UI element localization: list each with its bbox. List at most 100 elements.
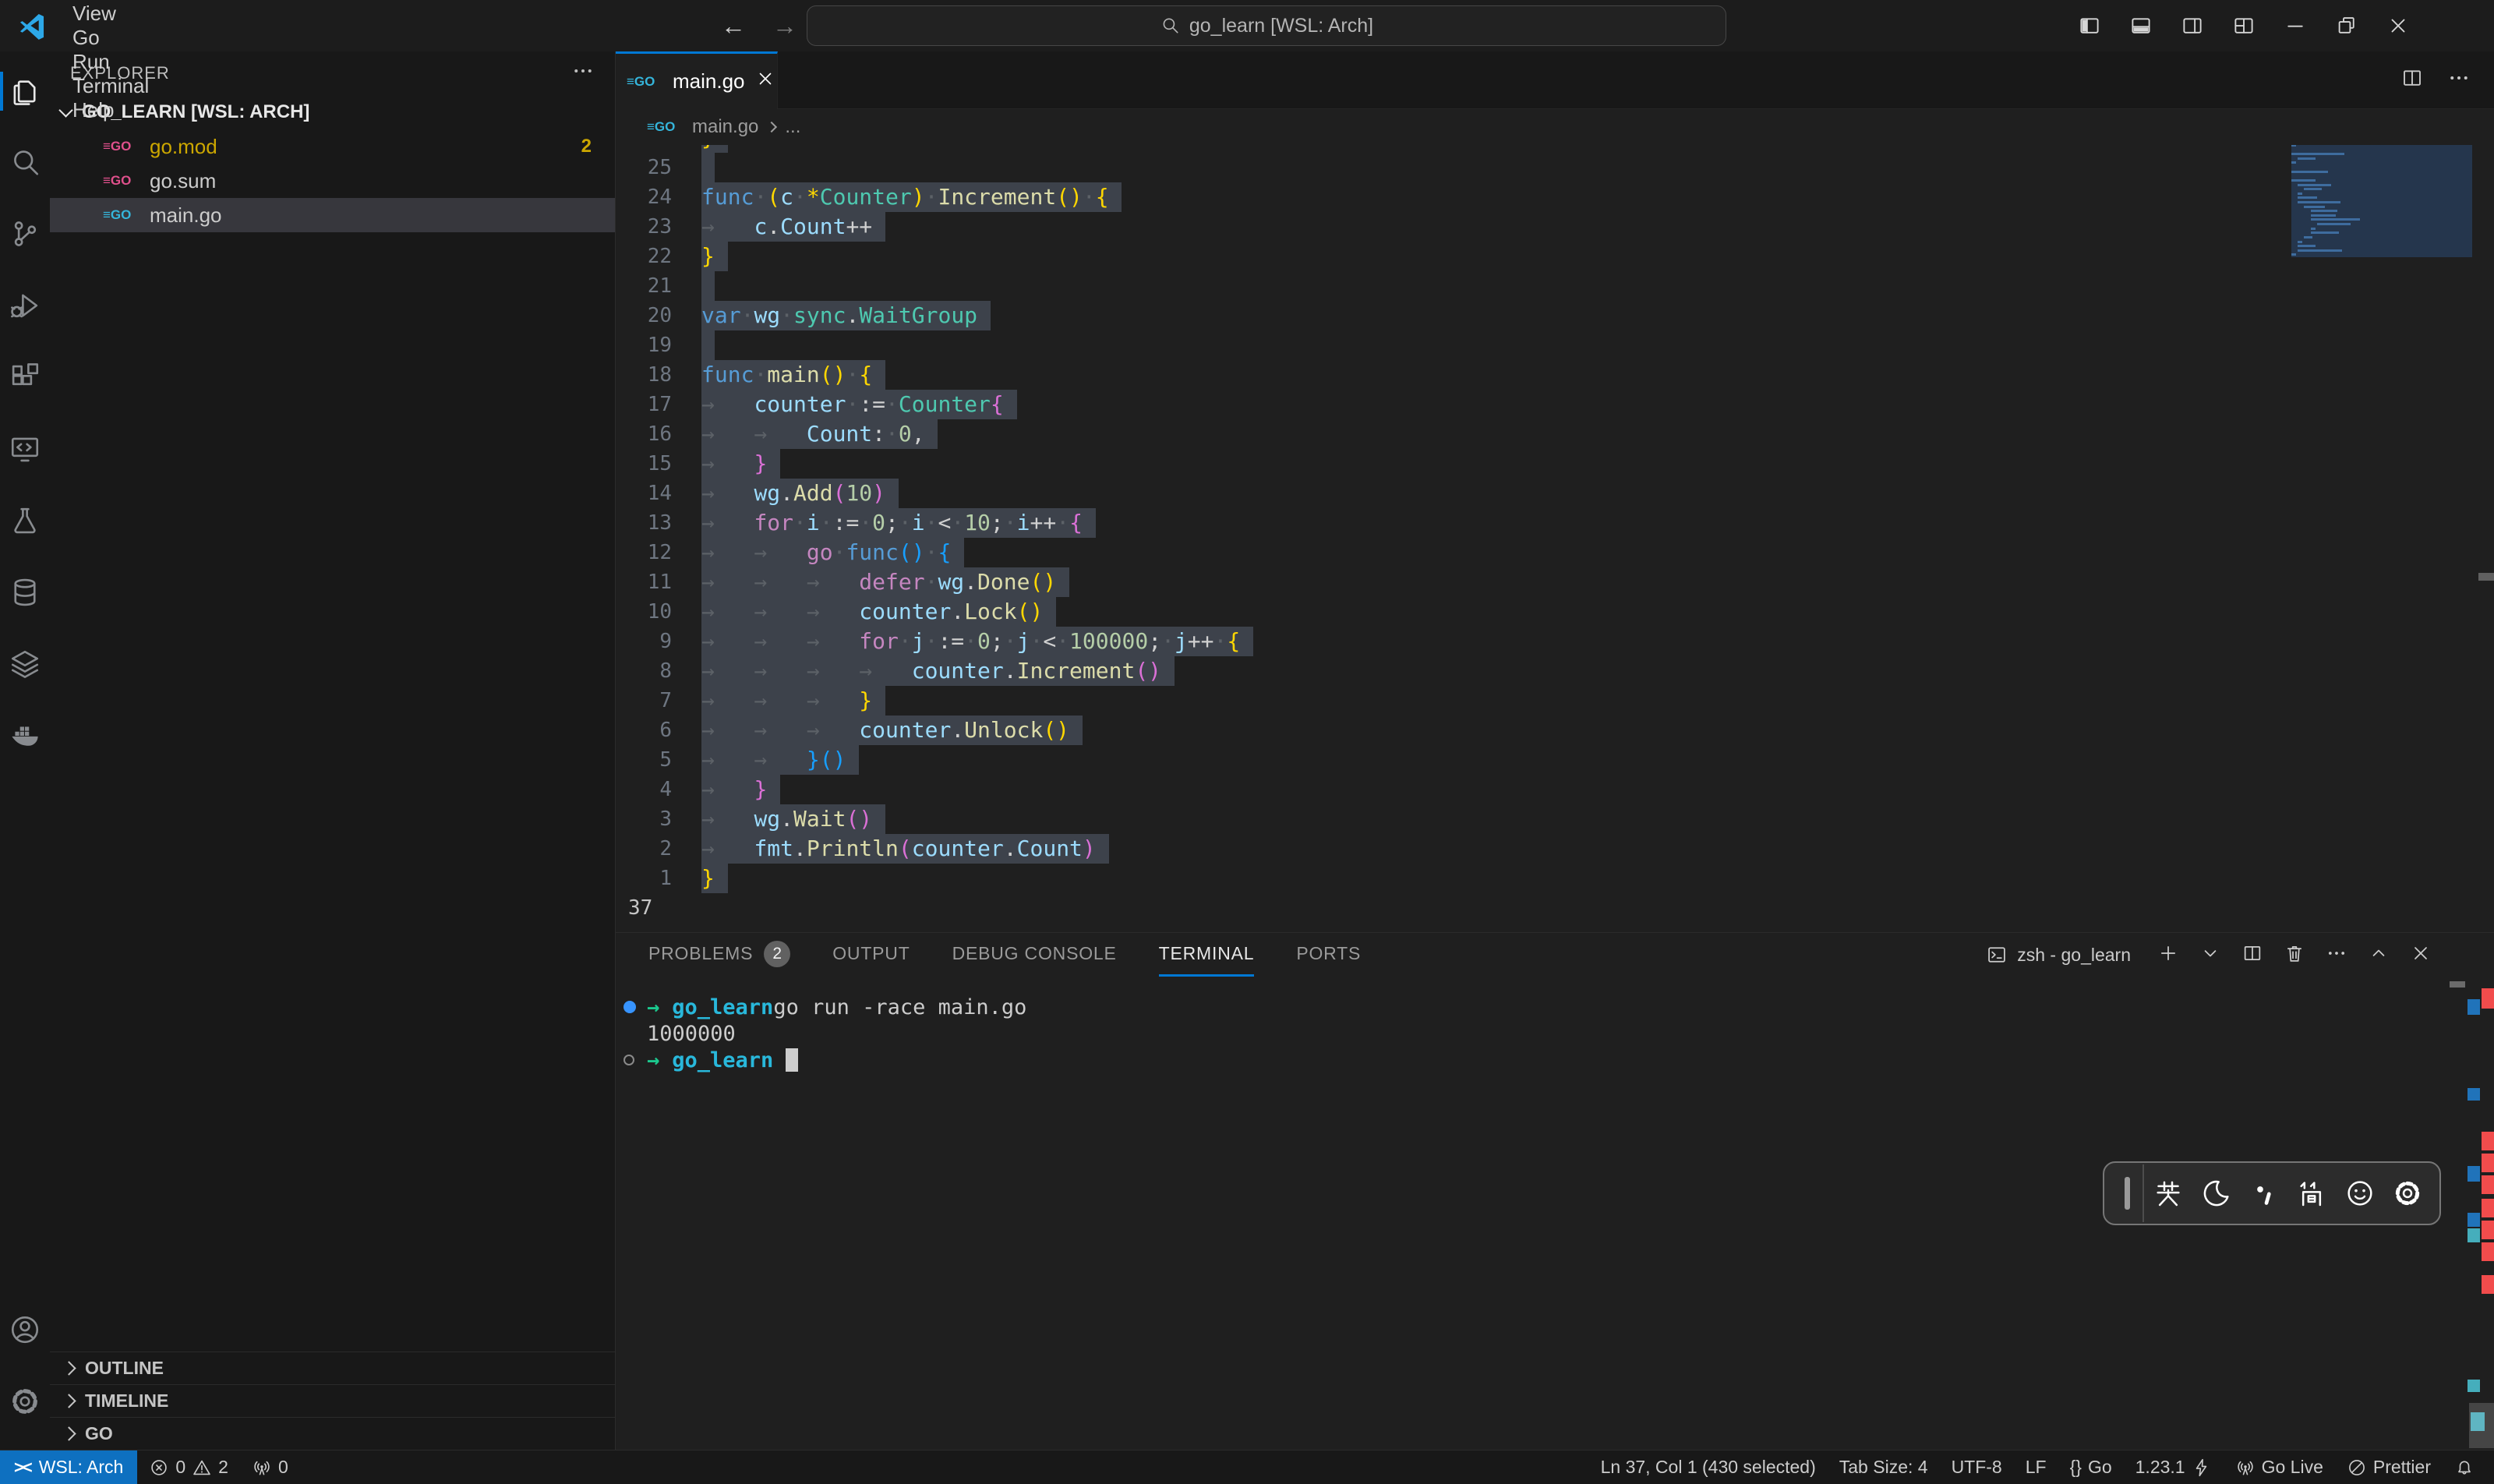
activity-layers[interactable]: [0, 628, 50, 700]
emoji-picker-button[interactable]: [2336, 1178, 2384, 1209]
status-indentation[interactable]: Tab Size: 4: [1828, 1450, 1940, 1484]
breadcrumb[interactable]: ≡GO main.go ...: [616, 109, 2494, 145]
code-line[interactable]: }: [616, 145, 2494, 153]
back-button[interactable]: ←: [721, 12, 746, 41]
code-line[interactable]: 24func·(c·*Counter)·Increment()·{: [616, 182, 2494, 212]
code-line[interactable]: 22}: [616, 242, 2494, 271]
menu-item-view[interactable]: View: [58, 2, 171, 26]
status-encoding[interactable]: UTF-8: [1940, 1450, 2014, 1484]
code-line[interactable]: 8→ → → → counter.Increment(): [616, 656, 2494, 686]
code-line[interactable]: 15→ }: [616, 449, 2494, 479]
launch-profile-button[interactable]: [2199, 942, 2221, 968]
file-row-go-mod[interactable]: ≡GOgo.mod2: [50, 129, 615, 164]
status-go-live[interactable]: Go Live: [2224, 1450, 2335, 1484]
toggle-secondary-sidebar-button[interactable]: [2171, 2, 2214, 49]
status-language-mode[interactable]: {}Go: [2058, 1450, 2124, 1484]
activity-remote-explorer[interactable]: [0, 413, 50, 485]
panel-tab-problems[interactable]: PROBLEMS2: [648, 933, 790, 977]
panel-tab-output[interactable]: OUTPUT: [832, 933, 910, 977]
english-mode-button[interactable]: [2144, 1178, 2192, 1209]
customize-layout-button[interactable]: [2222, 2, 2266, 49]
code-line[interactable]: 9→ → → for·j·:=·0;·j·<·100000;·j++·{: [616, 627, 2494, 656]
punctuation-mode-button[interactable]: [2240, 1178, 2288, 1209]
toggle-primary-sidebar-button[interactable]: [2068, 2, 2111, 49]
code-line[interactable]: 12→ → go·func()·{: [616, 538, 2494, 567]
close-button[interactable]: [2376, 2, 2420, 49]
code-line[interactable]: 18func·main()·{: [616, 360, 2494, 390]
minimize-button[interactable]: [2273, 2, 2317, 49]
menu-item-help[interactable]: Help: [58, 98, 171, 122]
close-panel-button[interactable]: [2410, 942, 2432, 968]
code-line[interactable]: 23→ c.Count++: [616, 212, 2494, 242]
panel-tab-terminal[interactable]: TERMINAL: [1159, 933, 1255, 977]
code-line[interactable]: 19: [616, 330, 2494, 360]
code-line[interactable]: 25: [616, 153, 2494, 182]
section-outline[interactable]: OUTLINE: [50, 1352, 615, 1384]
code-line[interactable]: 1}: [616, 864, 2494, 893]
panel-tab-debug-console[interactable]: DEBUG CONSOLE: [952, 933, 1117, 977]
activity-docker[interactable]: [0, 700, 50, 772]
section-timeline[interactable]: TIMELINE: [50, 1384, 615, 1417]
maximize-panel-button[interactable]: [2368, 942, 2390, 968]
code-line[interactable]: 6→ → → counter.Unlock(): [616, 716, 2494, 745]
editor-more-actions-button[interactable]: [2447, 66, 2471, 94]
code-line[interactable]: 13→ for·i·:=·0;·i·<·10;·i++·{: [616, 508, 2494, 538]
night-mode-button[interactable]: [2192, 1178, 2241, 1209]
status-go-version[interactable]: 1.23.1: [2124, 1450, 2224, 1484]
minimap[interactable]: [2291, 145, 2472, 257]
problems-status[interactable]: 02: [137, 1450, 240, 1484]
code-line[interactable]: 37: [616, 893, 2494, 923]
status-notifications[interactable]: [2443, 1450, 2486, 1484]
code-line[interactable]: 4→ }: [616, 775, 2494, 804]
activity-source-control[interactable]: [0, 198, 50, 270]
activity-settings[interactable]: [0, 1366, 50, 1437]
ports-status[interactable]: 0: [240, 1450, 300, 1484]
code-line[interactable]: 14→ wg.Add(10): [616, 479, 2494, 508]
restore-button[interactable]: [2325, 2, 2369, 49]
status-eol[interactable]: LF: [2014, 1450, 2058, 1484]
code-line[interactable]: 17→ counter·:=·Counter{: [616, 390, 2494, 419]
panel-tab-ports[interactable]: PORTS: [1296, 933, 1361, 977]
menu-item-go[interactable]: Go: [58, 26, 171, 50]
kill-terminal-button[interactable]: [2284, 942, 2305, 968]
close-tab-icon[interactable]: [755, 69, 775, 94]
code-editor[interactable]: } 25 24func·(c·*Counter)·Increment()·{ 2…: [616, 145, 2494, 932]
code-line[interactable]: 5→ → }(): [616, 745, 2494, 775]
menu-item-terminal[interactable]: Terminal: [58, 74, 171, 98]
activity-explorer[interactable]: [0, 55, 50, 126]
activity-database[interactable]: [0, 556, 50, 628]
code-line[interactable]: 16→ → Count:·0,: [616, 419, 2494, 449]
command-center-search[interactable]: go_learn [WSL: Arch]: [807, 5, 1726, 46]
activity-search[interactable]: [0, 126, 50, 198]
activity-run-debug[interactable]: [0, 270, 50, 341]
activity-extensions[interactable]: [0, 341, 50, 413]
tab-main-go[interactable]: ≡GO main.go: [616, 51, 778, 109]
code-line[interactable]: 3→ wg.Wait(): [616, 804, 2494, 834]
file-row-go-sum[interactable]: ≡GOgo.sum: [50, 164, 615, 198]
code-line[interactable]: 11→ → → defer·wg.Done(): [616, 567, 2494, 597]
more-actions-button[interactable]: [2326, 942, 2347, 968]
section-go[interactable]: GO: [50, 1417, 615, 1450]
status-cursor-position[interactable]: Ln 37, Col 1 (430 selected): [1589, 1450, 1828, 1484]
menu-item-run[interactable]: Run: [58, 50, 171, 74]
code-line[interactable]: 10→ → → counter.Lock(): [616, 597, 2494, 627]
remote-indicator[interactable]: >< WSL: Arch: [0, 1450, 137, 1484]
code-line[interactable]: 2→ fmt.Println(counter.Count): [616, 834, 2494, 864]
code-line[interactable]: 21: [616, 271, 2494, 301]
terminal-shell-label[interactable]: zsh - go_learn: [1986, 944, 2131, 966]
forward-button[interactable]: →: [772, 12, 797, 41]
split-editor-button[interactable]: [2400, 66, 2424, 94]
split-terminal-button[interactable]: [2241, 942, 2263, 968]
simplified-chinese-button[interactable]: [2288, 1178, 2337, 1209]
activity-testing[interactable]: [0, 485, 50, 556]
file-row-main-go[interactable]: ≡GOmain.go: [50, 198, 615, 232]
activity-accounts[interactable]: [0, 1294, 50, 1366]
code-line[interactable]: 7→ → → }: [616, 686, 2494, 716]
ime-settings-button[interactable]: [2384, 1178, 2432, 1209]
line-number: 11: [616, 567, 701, 597]
new-terminal-button[interactable]: [2157, 942, 2179, 968]
toggle-panel-button[interactable]: [2119, 2, 2163, 49]
code-line[interactable]: 20var·wg·sync.WaitGroup: [616, 301, 2494, 330]
status-prettier[interactable]: Prettier: [2335, 1450, 2443, 1484]
explorer-more-actions-button[interactable]: [571, 59, 595, 87]
